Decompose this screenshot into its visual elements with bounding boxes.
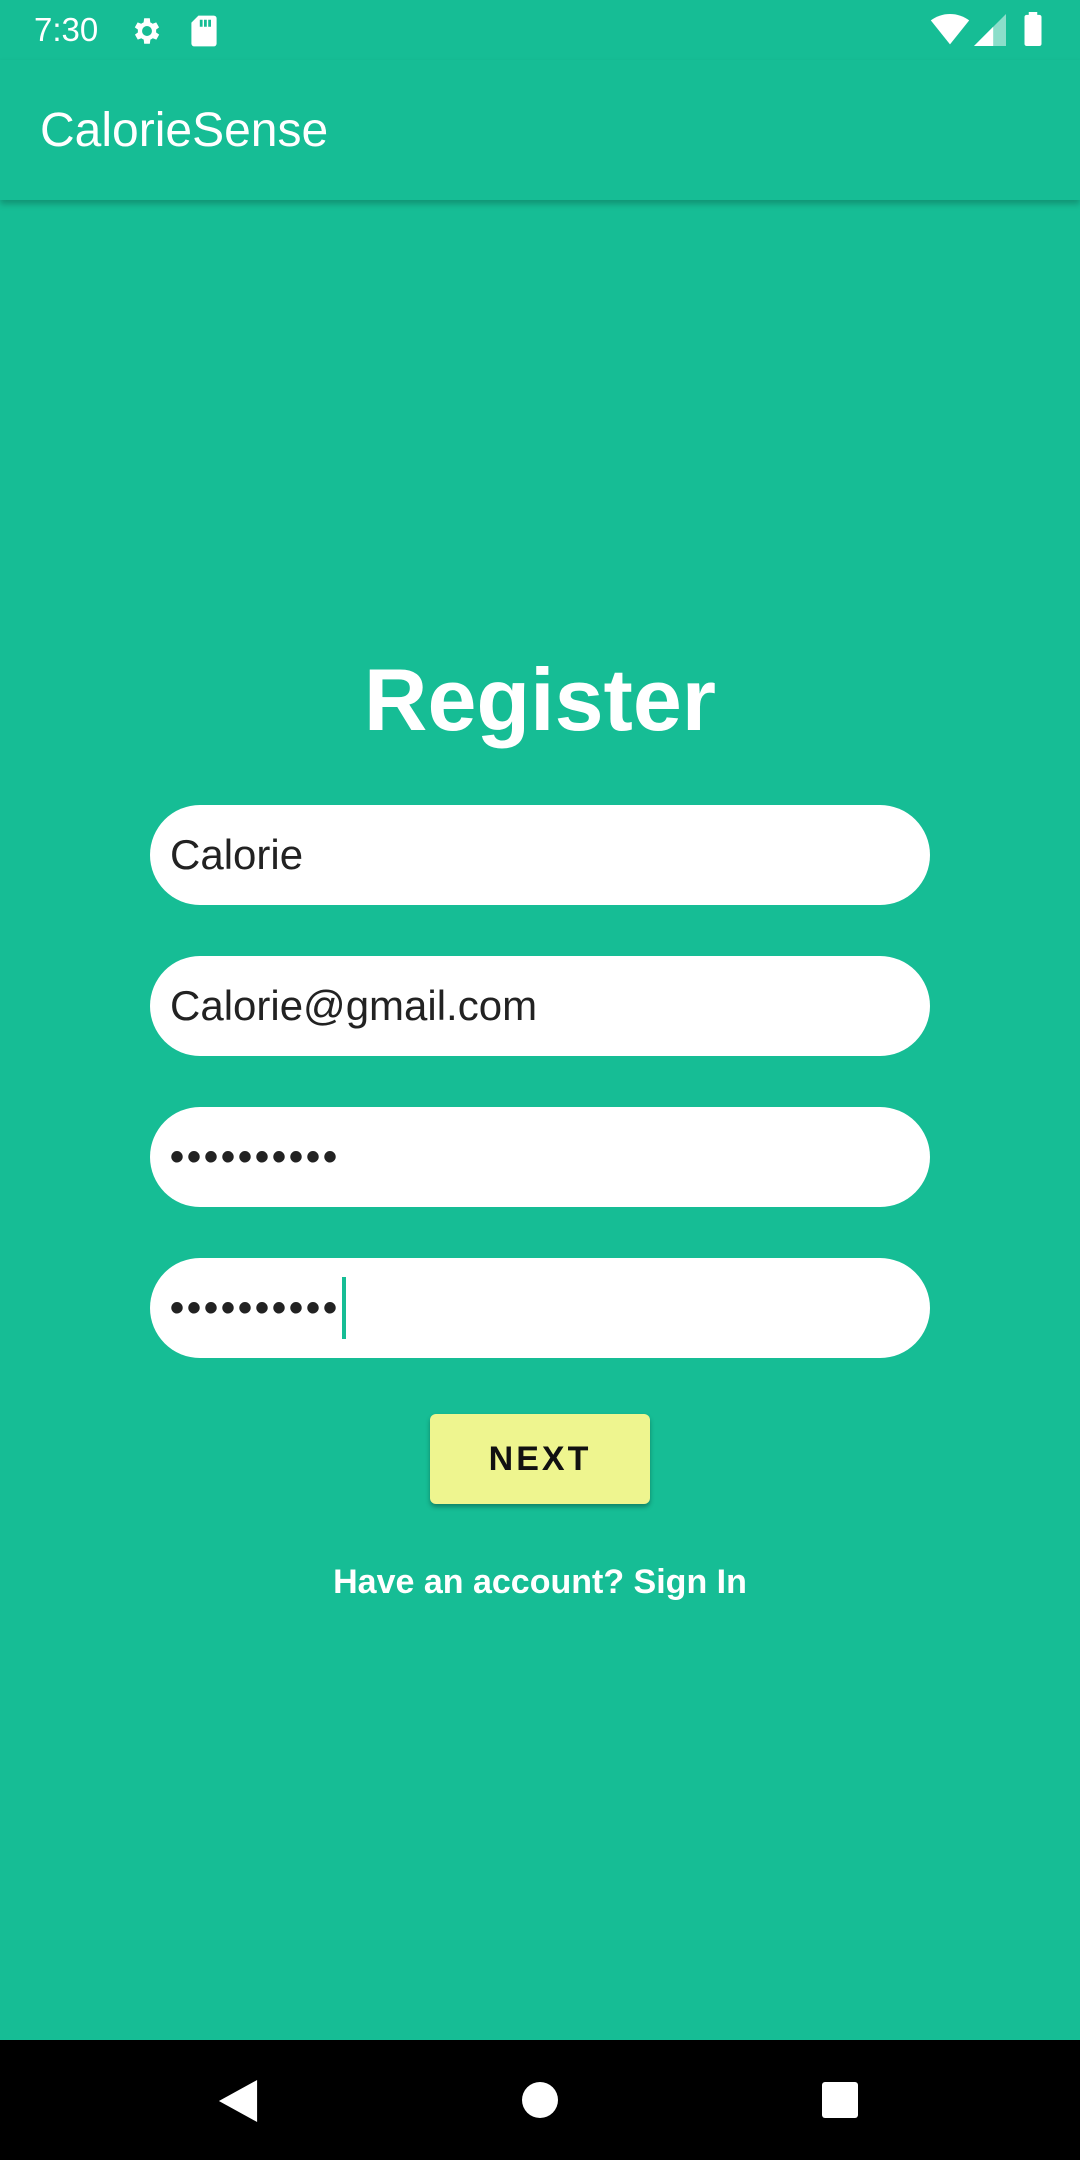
recents-icon[interactable] <box>820 2080 860 2125</box>
app-bar: CalorieSense <box>0 60 1080 200</box>
nav-bar <box>0 2040 1080 2160</box>
password-field-value: •••••••••• <box>170 1134 341 1179</box>
page-title: Register <box>363 650 717 749</box>
sign-in-link[interactable]: Have an account? Sign In <box>0 1560 1080 1604</box>
wifi-icon <box>930 14 970 51</box>
confirm-password-field-value: •••••••••• <box>170 1285 341 1330</box>
sd-card-icon <box>190 14 218 53</box>
home-icon[interactable] <box>520 2080 560 2125</box>
email-field[interactable]: Calorie@gmail.com <box>150 956 930 1056</box>
password-field[interactable]: •••••••••• <box>150 1107 930 1207</box>
signal-icon <box>974 14 1006 51</box>
confirm-password-field[interactable]: •••••••••• <box>150 1258 930 1358</box>
status-time: 7:30 <box>34 11 99 48</box>
name-field[interactable]: Calorie <box>150 805 930 905</box>
email-field-value: Calorie@gmail.com <box>170 982 538 1029</box>
text-cursor <box>342 1277 347 1339</box>
name-field-value: Calorie <box>170 831 304 878</box>
battery-icon <box>1024 12 1042 51</box>
gear-icon <box>130 14 164 53</box>
next-button[interactable]: NEXT <box>430 1414 650 1504</box>
back-icon[interactable] <box>218 2080 258 2127</box>
app-title: CalorieSense <box>40 104 329 157</box>
register-form: Register Calorie Calorie@gmail.com •••••… <box>0 200 1080 2040</box>
status-bar: 7:30 <box>0 0 1080 60</box>
